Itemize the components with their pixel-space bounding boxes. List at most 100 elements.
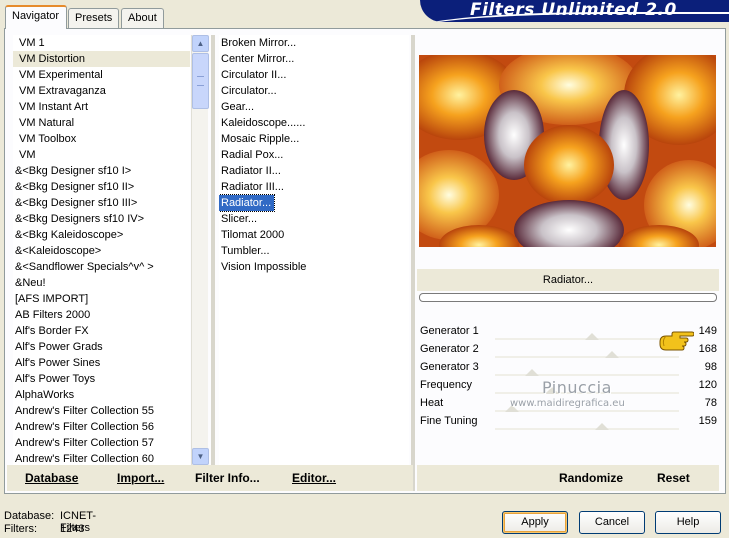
param-label: Generator 1	[420, 325, 479, 337]
status-filters: Filters: 1243	[4, 523, 84, 535]
category-item[interactable]: AlphaWorks	[13, 387, 190, 403]
scroll-up-button[interactable]: ▲	[192, 35, 209, 52]
category-item[interactable]: Alf's Border FX	[13, 323, 190, 339]
param-slider[interactable]	[495, 369, 679, 376]
param-slider[interactable]	[495, 351, 679, 358]
category-item[interactable]: VM Extravaganza	[13, 83, 190, 99]
status-filters-label: Filters:	[4, 523, 37, 535]
param-fine-tuning[interactable]: Fine Tuning 159	[417, 413, 719, 431]
filter-item[interactable]: Broken Mirror...	[219, 35, 409, 51]
filter-item[interactable]: Circulator II...	[219, 67, 409, 83]
tab-navigator[interactable]: Navigator	[5, 5, 67, 29]
filter-item[interactable]: Slicer...	[219, 211, 409, 227]
param-slider[interactable]	[495, 333, 679, 340]
param-value[interactable]: 149	[699, 325, 717, 337]
scroll-down-button[interactable]: ▼	[192, 448, 209, 465]
category-item[interactable]: Alf's Power Toys	[13, 371, 190, 387]
left-action-bar: Database Import... Filter Info... Editor…	[7, 465, 413, 491]
param-value[interactable]: 168	[699, 343, 717, 355]
category-item[interactable]: VM Distortion	[13, 51, 190, 67]
scroll-thumb[interactable]	[192, 53, 209, 109]
filter-item[interactable]: Kaleidoscope......	[219, 115, 409, 131]
param-label: Frequency	[420, 379, 472, 391]
status-database: Database: ICNET-Filters	[4, 510, 96, 534]
param-generator-3[interactable]: Generator 3 98	[417, 359, 719, 377]
category-item[interactable]: Andrew's Filter Collection 56	[13, 419, 190, 435]
pointing-hand-icon	[659, 331, 694, 351]
slider-knob[interactable]	[595, 423, 609, 430]
randomize-button[interactable]: Randomize	[559, 471, 623, 485]
slider-knob[interactable]	[605, 351, 619, 358]
selected-filter-label: Radiator...	[417, 269, 719, 291]
category-item[interactable]: Andrew's Filter Collection 57	[13, 435, 190, 451]
slider-knob[interactable]	[525, 369, 539, 376]
category-item[interactable]: [AFS IMPORT]	[13, 291, 190, 307]
filter-item[interactable]: Radiator III...	[219, 179, 409, 195]
category-item[interactable]: AB Filters 2000	[13, 307, 190, 323]
category-item[interactable]: VM Toolbox	[13, 131, 190, 147]
progress-bar	[419, 293, 717, 302]
category-item[interactable]: &Neu!	[13, 275, 190, 291]
category-item[interactable]: Alf's Power Sines	[13, 355, 190, 371]
param-label: Generator 3	[420, 361, 479, 373]
status-filters-value: 1243	[60, 523, 85, 535]
filter-item[interactable]: Mosaic Ripple...	[219, 131, 409, 147]
param-slider[interactable]	[495, 423, 679, 430]
filter-item[interactable]: Vision Impossible	[219, 259, 409, 275]
category-item[interactable]: &<Sandflower Specials^v^ >	[13, 259, 190, 275]
tab-presets[interactable]: Presets	[68, 8, 119, 28]
filter-item[interactable]: Tumbler...	[219, 243, 409, 259]
param-label: Fine Tuning	[420, 415, 478, 427]
watermark-name: Pinuccia	[542, 378, 612, 397]
param-slider[interactable]	[495, 405, 679, 412]
cancel-button[interactable]: Cancel	[579, 511, 645, 534]
category-item[interactable]: Andrew's Filter Collection 55	[13, 403, 190, 419]
category-item[interactable]: &<Bkg Designer sf10 III>	[13, 195, 190, 211]
apply-button[interactable]: Apply	[502, 511, 568, 534]
preview-image	[419, 55, 716, 247]
category-item[interactable]: VM Experimental	[13, 67, 190, 83]
category-item[interactable]: VM Instant Art	[13, 99, 190, 115]
category-scrollbar[interactable]: ▲ ▼	[191, 35, 209, 465]
filter-item[interactable]: Gear...	[219, 99, 409, 115]
app-title: Filters Unlimited 2.0	[470, 0, 677, 20]
watermark-url: www.maidiregrafica.eu	[510, 398, 625, 409]
slider-knob[interactable]	[585, 333, 599, 340]
param-label: Heat	[420, 397, 444, 409]
editor-button[interactable]: Editor...	[292, 471, 336, 485]
param-label: Generator 2	[420, 343, 479, 355]
status-db-label: Database:	[4, 510, 55, 522]
filter-item[interactable]: Radiator...	[219, 194, 276, 212]
panel-divider	[411, 35, 415, 491]
category-item[interactable]: &<Bkg Designer sf10 II>	[13, 179, 190, 195]
category-item[interactable]: Andrew's Filter Collection 60	[13, 451, 190, 465]
filter-info-button[interactable]: Filter Info...	[195, 471, 260, 485]
database-button[interactable]: Database	[25, 471, 78, 485]
category-item[interactable]: VM 1	[13, 35, 190, 51]
list-divider	[211, 35, 215, 465]
help-button[interactable]: Help	[655, 511, 721, 534]
filter-item[interactable]: Center Mirror...	[219, 51, 409, 67]
preview-graphic	[419, 55, 716, 247]
filter-item[interactable]: Tilomat 2000	[219, 227, 409, 243]
category-item[interactable]: &<Kaleidoscope>	[13, 243, 190, 259]
param-value[interactable]: 98	[705, 361, 717, 373]
category-item[interactable]: Alf's Power Grads	[13, 339, 190, 355]
category-item[interactable]: VM	[13, 147, 190, 163]
param-value[interactable]: 120	[699, 379, 717, 391]
reset-button[interactable]: Reset	[657, 471, 690, 485]
param-value[interactable]: 159	[699, 415, 717, 427]
navigator-panel: VM 1 VM Distortion VM Experimental VM Extra…	[4, 28, 726, 494]
category-item[interactable]: VM Natural	[13, 115, 190, 131]
category-item[interactable]: &<Bkg Designer sf10 I>	[13, 163, 190, 179]
import-button[interactable]: Import...	[117, 471, 164, 485]
category-list[interactable]: VM 1 VM Distortion VM Experimental VM Extra…	[13, 35, 190, 465]
filter-item[interactable]: Radiator II...	[219, 163, 409, 179]
filter-list[interactable]: Broken Mirror... Center Mirror... Circulat…	[219, 35, 409, 465]
filter-item[interactable]: Circulator...	[219, 83, 409, 99]
param-value[interactable]: 78	[705, 397, 717, 409]
category-item[interactable]: &<Bkg Kaleidoscope>	[13, 227, 190, 243]
category-item[interactable]: &<Bkg Designers sf10 IV>	[13, 211, 190, 227]
tab-about[interactable]: About	[121, 8, 164, 28]
filter-item[interactable]: Radial Pox...	[219, 147, 409, 163]
